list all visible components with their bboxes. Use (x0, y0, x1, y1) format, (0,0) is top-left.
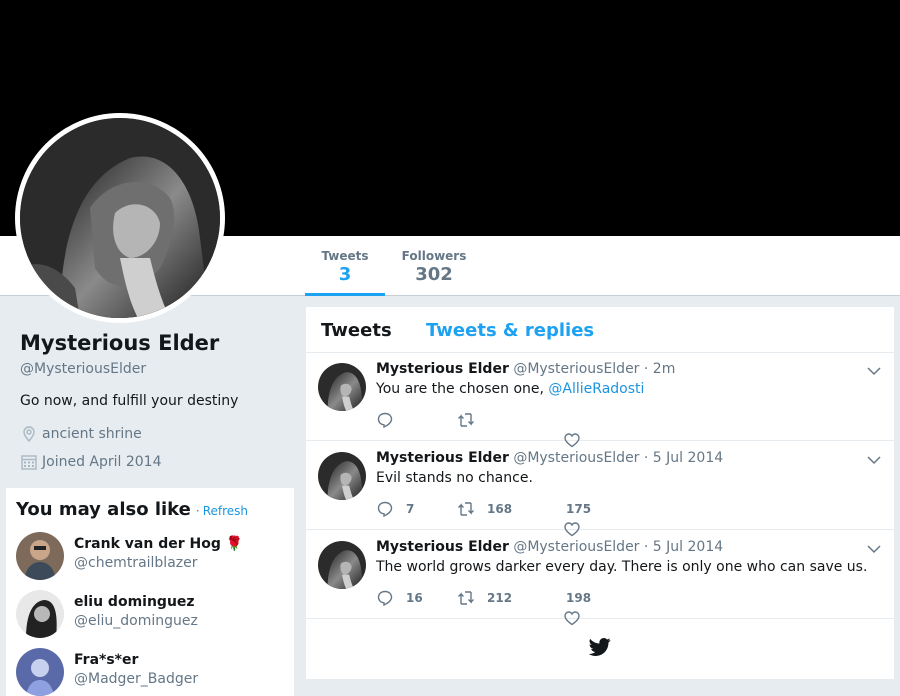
rose-emoji: 🌹 (225, 536, 244, 552)
retweet-count: 168 (487, 502, 513, 516)
who-to-follow-refresh-link[interactable]: Refresh (203, 504, 248, 518)
who-to-follow-module: You may also like · Refresh Crank van de… (6, 488, 294, 696)
reply-button[interactable]: 7 (376, 500, 414, 518)
calendar-icon (21, 455, 37, 470)
reply-button[interactable]: 16 (376, 589, 423, 607)
tweet-author-name[interactable]: Mysterious Elder (376, 539, 509, 555)
followers-stat[interactable]: Followers 302 (393, 236, 475, 296)
suggested-user-handle[interactable]: @chemtrailblazer (74, 555, 198, 571)
suggested-user-name[interactable]: eliu dominguez (74, 594, 195, 610)
tweets-stat-label: Tweets (321, 249, 369, 263)
tweet-mention-link[interactable]: @AllieRadosti (548, 381, 644, 397)
reply-count: 16 (406, 591, 423, 605)
suggested-user-name[interactable]: Crank van der Hog 🌹 (74, 536, 243, 552)
suggested-user-name[interactable]: Fra*s*er (74, 652, 138, 668)
tweet-text: The world grows darker every day. There … (376, 559, 868, 575)
suggested-user[interactable]: Crank van der Hog 🌹 @chemtrailblazer (16, 532, 286, 582)
tweet-timestamp[interactable]: · 5 Jul 2014 (644, 450, 723, 466)
suggested-user[interactable]: eliu dominguez @eliu_dominguez (16, 590, 286, 640)
profile-joined-text: Joined April 2014 (42, 454, 162, 470)
like-count: 175 (566, 502, 592, 516)
reply-count: 7 (406, 502, 415, 516)
retweet-icon (458, 502, 474, 516)
followers-stat-label: Followers (401, 249, 467, 263)
location-icon (23, 426, 35, 443)
profile-location-text: ancient shrine (42, 426, 142, 442)
twitter-bird-icon (589, 638, 611, 656)
chevron-down-icon[interactable] (866, 541, 882, 557)
tweet-author-name[interactable]: Mysterious Elder (376, 361, 509, 377)
tweet[interactable]: Mysterious Elder @MysteriousElder · 5 Ju… (306, 441, 894, 537)
tweet-author-handle[interactable]: @MysteriousElder (513, 539, 639, 555)
suggested-user-avatar[interactable] (16, 648, 64, 696)
profile-location: ancient shrine (20, 425, 142, 443)
suggested-user-handle[interactable]: @Madger_Badger (74, 671, 198, 687)
tweets-stat[interactable]: Tweets 3 (305, 236, 385, 296)
tweet[interactable]: Mysterious Elder @MysteriousElder · 5 Ju… (306, 530, 894, 626)
tab-tweets-and-replies[interactable]: Tweets & replies (426, 320, 594, 341)
profile-bio: Go now, and fulfill your destiny (20, 393, 239, 409)
suggested-user[interactable]: Fra*s*er @Madger_Badger (16, 648, 286, 696)
suggested-user-avatar[interactable] (16, 532, 64, 580)
chevron-down-icon[interactable] (866, 363, 882, 379)
tweet-timestamp[interactable]: · 2m (644, 361, 675, 377)
tab-tweets[interactable]: Tweets (321, 320, 392, 341)
tweet-text: Evil stands no chance. (376, 470, 533, 486)
reply-icon (377, 412, 393, 429)
profile-avatar[interactable] (15, 113, 225, 323)
profile-handle[interactable]: @MysteriousElder (20, 361, 146, 377)
retweet-icon (458, 413, 474, 427)
retweet-button[interactable] (457, 411, 487, 429)
tweets-stat-value: 3 (338, 264, 352, 285)
tweet-avatar[interactable] (318, 452, 366, 500)
tweet-avatar[interactable] (318, 541, 366, 589)
tweet-timestamp[interactable]: · 5 Jul 2014 (644, 539, 723, 555)
who-to-follow-separator: · (195, 504, 200, 518)
retweet-icon (458, 591, 474, 605)
timeline-tabs: Tweets Tweets & replies (306, 307, 894, 353)
tweet-author-handle[interactable]: @MysteriousElder (513, 450, 639, 466)
who-to-follow-title: You may also like (16, 499, 191, 520)
heart-icon[interactable] (563, 609, 581, 627)
like-count-area[interactable]: 198 (566, 589, 591, 607)
followers-stat-value: 302 (415, 264, 453, 285)
tweet[interactable]: Mysterious Elder @MysteriousElder · 2m Y… (306, 352, 894, 448)
tweet-avatar[interactable] (318, 363, 366, 411)
reply-icon (377, 501, 393, 518)
like-count-area[interactable]: 175 (566, 500, 591, 518)
suggested-user-avatar[interactable] (16, 590, 64, 638)
profile-joined: Joined April 2014 (20, 453, 162, 471)
tweet-author-name[interactable]: Mysterious Elder (376, 450, 509, 466)
tweet-text: You are the chosen one, @AllieRadosti (376, 381, 645, 397)
reply-icon (377, 590, 393, 607)
chevron-down-icon[interactable] (866, 452, 882, 468)
retweet-button[interactable]: 212 (457, 589, 512, 607)
reply-button[interactable] (376, 411, 406, 429)
like-count: 198 (566, 591, 592, 605)
suggested-user-handle[interactable]: @eliu_dominguez (74, 613, 198, 629)
retweet-button[interactable]: 168 (457, 500, 512, 518)
profile-name[interactable]: Mysterious Elder (20, 331, 219, 355)
tweet-author-handle[interactable]: @MysteriousElder (513, 361, 639, 377)
timeline: Tweets Tweets & replies Mysterious Elder… (306, 307, 894, 679)
retweet-count: 212 (487, 591, 513, 605)
